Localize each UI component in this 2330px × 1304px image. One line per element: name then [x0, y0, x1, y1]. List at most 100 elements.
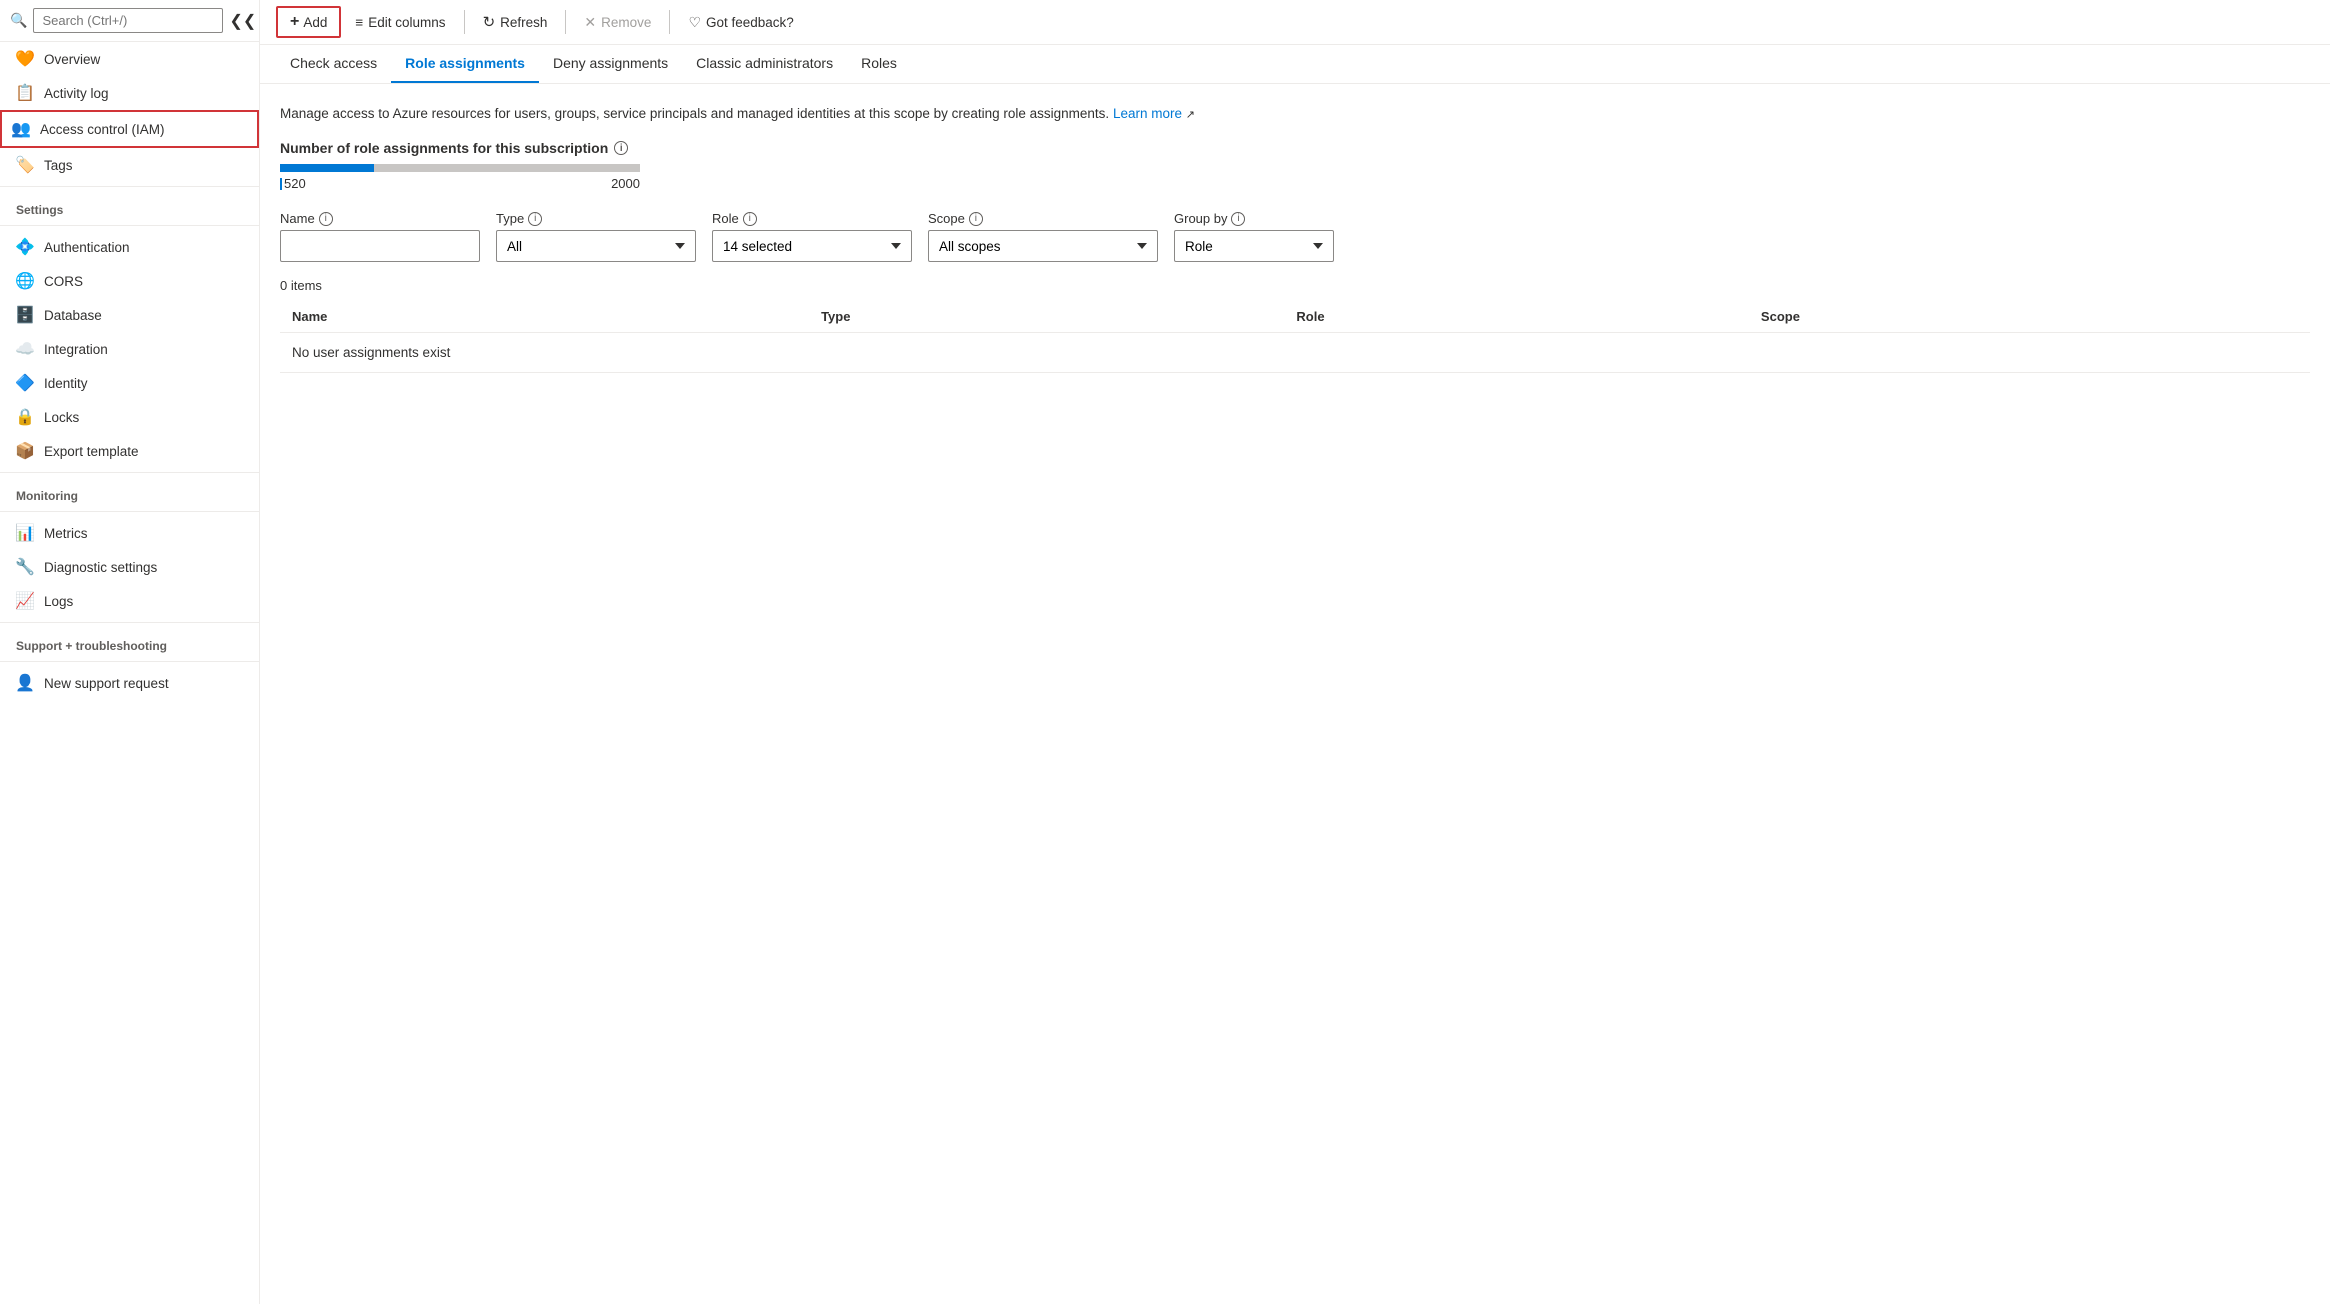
- type-filter-label: Type i: [496, 211, 696, 226]
- access-control-icon: 👥: [12, 120, 30, 138]
- type-info-icon[interactable]: i: [528, 212, 542, 226]
- content-area: Manage access to Azure resources for use…: [260, 84, 2330, 1304]
- nav-authentication-label: Authentication: [44, 240, 130, 255]
- separator-1: [464, 10, 465, 34]
- learn-more-link[interactable]: Learn more: [1113, 106, 1182, 121]
- search-input[interactable]: [33, 8, 223, 33]
- refresh-label: Refresh: [500, 15, 547, 30]
- tab-role-assignments[interactable]: Role assignments: [391, 45, 539, 83]
- edit-columns-button[interactable]: ≡ Edit columns: [345, 10, 455, 35]
- nav-database-label: Database: [44, 308, 102, 323]
- progress-bar-fill: [280, 164, 374, 172]
- search-icon: 🔍: [10, 12, 27, 29]
- divider-4: [0, 511, 259, 512]
- name-filter-input[interactable]: [280, 230, 480, 262]
- divider-1: [0, 186, 259, 187]
- feedback-icon: ♡: [688, 14, 701, 31]
- count-section: Number of role assignments for this subs…: [280, 140, 2310, 191]
- nav-new-support-request-label: New support request: [44, 676, 169, 691]
- type-filter-group: Type i All User Group Service principal …: [496, 211, 696, 262]
- diagnostic-settings-icon: 🔧: [16, 558, 34, 576]
- export-template-icon: 📦: [16, 442, 34, 460]
- refresh-button[interactable]: ↻ Refresh: [473, 8, 558, 36]
- divider-5: [0, 622, 259, 623]
- nav-logs[interactable]: 📈 Logs: [0, 584, 259, 618]
- add-label: Add: [303, 15, 327, 30]
- tags-icon: 🏷️: [16, 156, 34, 174]
- scope-filter-group: Scope i All scopes This resource Inherit…: [928, 211, 1158, 262]
- main-content: + Add ≡ Edit columns ↻ Refresh ✕ Remove …: [260, 0, 2330, 1304]
- tab-classic-administrators[interactable]: Classic administrators: [682, 45, 847, 83]
- table-row: No user assignments exist: [280, 333, 2310, 373]
- external-link-icon: ↗: [1186, 109, 1195, 121]
- scope-filter-select[interactable]: All scopes This resource Inherited: [928, 230, 1158, 262]
- col-type: Type: [809, 301, 1284, 333]
- search-bar: 🔍 ❮❮: [0, 0, 259, 42]
- table-section: 0 items Name Type Role Sco: [280, 278, 2310, 373]
- collapse-button[interactable]: ❮❮: [229, 11, 256, 31]
- nav-export-template[interactable]: 📦 Export template: [0, 434, 259, 468]
- no-items-message: No user assignments exist: [280, 333, 2310, 373]
- role-filter-group: Role i 14 selected All Owner Contributor…: [712, 211, 912, 262]
- nav-identity[interactable]: 🔷 Identity: [0, 366, 259, 400]
- feedback-button[interactable]: ♡ Got feedback?: [678, 9, 803, 36]
- nav-cors-label: CORS: [44, 274, 83, 289]
- count-title: Number of role assignments for this subs…: [280, 140, 2310, 156]
- nav-database[interactable]: 🗄️ Database: [0, 298, 259, 332]
- type-filter-select[interactable]: All User Group Service principal Managed…: [496, 230, 696, 262]
- support-request-icon: 👤: [16, 674, 34, 692]
- assignments-table: Name Type Role Scope: [280, 301, 2310, 373]
- add-button[interactable]: + Add: [276, 6, 341, 38]
- nav-access-control[interactable]: 👥 Access control (IAM): [0, 110, 259, 148]
- nav-tags[interactable]: 🏷️ Tags: [0, 148, 259, 182]
- nav-integration-label: Integration: [44, 342, 108, 357]
- remove-button[interactable]: ✕ Remove: [574, 9, 661, 36]
- nav-logs-label: Logs: [44, 594, 73, 609]
- nav-new-support-request[interactable]: 👤 New support request: [0, 666, 259, 700]
- identity-icon: 🔷: [16, 374, 34, 392]
- count-info-icon[interactable]: i: [614, 141, 628, 155]
- cors-icon: 🌐: [16, 272, 34, 290]
- role-info-icon[interactable]: i: [743, 212, 757, 226]
- integration-icon: ☁️: [16, 340, 34, 358]
- nav-integration[interactable]: ☁️ Integration: [0, 332, 259, 366]
- settings-section-label: Settings: [0, 191, 259, 221]
- tab-roles[interactable]: Roles: [847, 45, 911, 83]
- toolbar: + Add ≡ Edit columns ↻ Refresh ✕ Remove …: [260, 0, 2330, 45]
- tab-deny-assignments[interactable]: Deny assignments: [539, 45, 682, 83]
- scope-filter-label: Scope i: [928, 211, 1158, 226]
- col-role: Role: [1284, 301, 1749, 333]
- nav-metrics[interactable]: 📊 Metrics: [0, 516, 259, 550]
- name-info-icon[interactable]: i: [319, 212, 333, 226]
- nav-overview[interactable]: 🧡 Overview: [0, 42, 259, 76]
- nav-identity-label: Identity: [44, 376, 88, 391]
- table-header: Name Type Role Scope: [280, 301, 2310, 333]
- nav-tags-label: Tags: [44, 158, 73, 173]
- nav-activity-log[interactable]: 📋 Activity log: [0, 76, 259, 110]
- divider-3: [0, 472, 259, 473]
- nav-diagnostic-settings[interactable]: 🔧 Diagnostic settings: [0, 550, 259, 584]
- group-by-filter-label: Group by i: [1174, 211, 1334, 226]
- current-value-marker: 520: [280, 176, 306, 191]
- marker-line: [280, 178, 282, 190]
- group-by-filter-group: Group by i Role Type Scope: [1174, 211, 1334, 262]
- refresh-icon: ↻: [483, 13, 496, 31]
- group-by-info-icon[interactable]: i: [1231, 212, 1245, 226]
- separator-2: [565, 10, 566, 34]
- tab-check-access[interactable]: Check access: [276, 45, 391, 83]
- nav-locks[interactable]: 🔒 Locks: [0, 400, 259, 434]
- nav-activity-log-label: Activity log: [44, 86, 109, 101]
- scope-info-icon[interactable]: i: [969, 212, 983, 226]
- progress-labels: 520 2000: [280, 176, 640, 191]
- role-filter-select[interactable]: 14 selected All Owner Contributor Reader: [712, 230, 912, 262]
- feedback-label: Got feedback?: [706, 15, 794, 30]
- name-filter-group: Name i: [280, 211, 480, 262]
- plus-icon: +: [290, 13, 299, 31]
- monitoring-section-label: Monitoring: [0, 477, 259, 507]
- separator-3: [669, 10, 670, 34]
- nav-cors[interactable]: 🌐 CORS: [0, 264, 259, 298]
- max-value: 2000: [611, 176, 640, 191]
- activity-log-icon: 📋: [16, 84, 34, 102]
- group-by-filter-select[interactable]: Role Type Scope: [1174, 230, 1334, 262]
- nav-authentication[interactable]: 💠 Authentication: [0, 230, 259, 264]
